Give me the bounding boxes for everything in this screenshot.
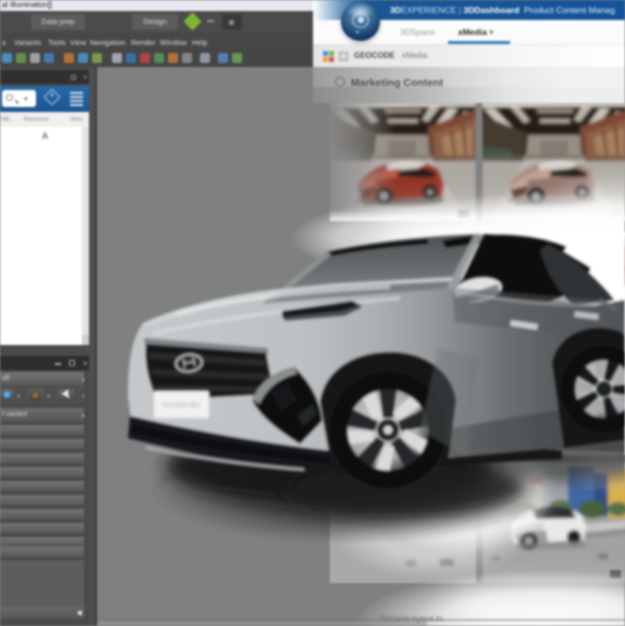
svg-text:TUCSON HEV: TUCSON HEV: [161, 403, 200, 409]
